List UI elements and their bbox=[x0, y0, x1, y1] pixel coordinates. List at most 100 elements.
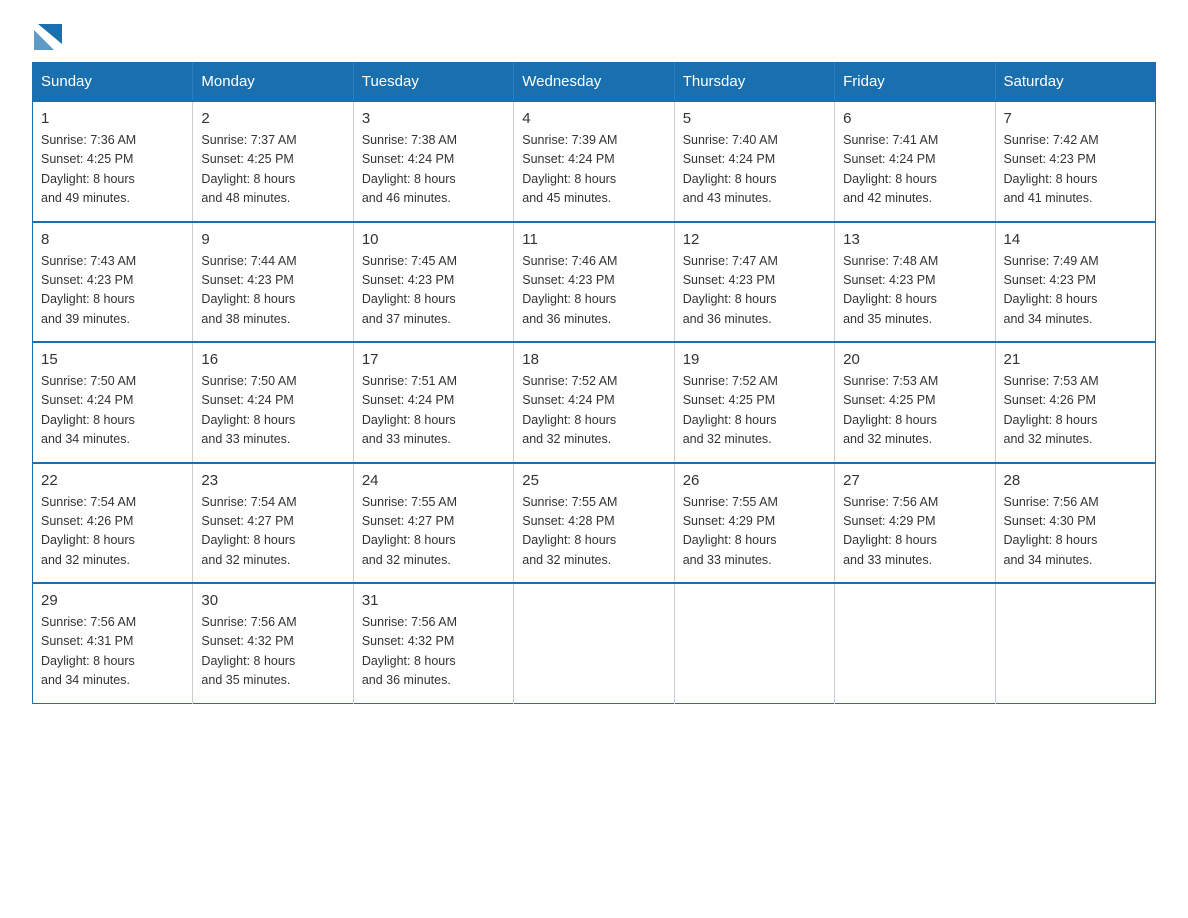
day-number: 10 bbox=[362, 231, 505, 248]
day-number: 1 bbox=[41, 110, 184, 127]
day-info: Sunrise: 7:55 AMSunset: 4:28 PMDaylight:… bbox=[522, 495, 617, 567]
day-number: 30 bbox=[201, 592, 344, 609]
calendar-cell: 9 Sunrise: 7:44 AMSunset: 4:23 PMDayligh… bbox=[193, 222, 353, 343]
day-number: 11 bbox=[522, 231, 665, 248]
day-number: 26 bbox=[683, 472, 826, 489]
calendar-cell: 22 Sunrise: 7:54 AMSunset: 4:26 PMDaylig… bbox=[33, 463, 193, 584]
calendar-cell: 30 Sunrise: 7:56 AMSunset: 4:32 PMDaylig… bbox=[193, 583, 353, 703]
day-info: Sunrise: 7:52 AMSunset: 4:25 PMDaylight:… bbox=[683, 374, 778, 446]
calendar-header-row: SundayMondayTuesdayWednesdayThursdayFrid… bbox=[33, 63, 1156, 102]
day-number: 22 bbox=[41, 472, 184, 489]
calendar-cell: 18 Sunrise: 7:52 AMSunset: 4:24 PMDaylig… bbox=[514, 342, 674, 463]
logo-triangle-icon bbox=[34, 24, 62, 50]
calendar-cell: 5 Sunrise: 7:40 AMSunset: 4:24 PMDayligh… bbox=[674, 101, 834, 222]
day-info: Sunrise: 7:38 AMSunset: 4:24 PMDaylight:… bbox=[362, 133, 457, 205]
calendar-week-row: 22 Sunrise: 7:54 AMSunset: 4:26 PMDaylig… bbox=[33, 463, 1156, 584]
day-info: Sunrise: 7:46 AMSunset: 4:23 PMDaylight:… bbox=[522, 254, 617, 326]
day-number: 12 bbox=[683, 231, 826, 248]
day-info: Sunrise: 7:55 AMSunset: 4:27 PMDaylight:… bbox=[362, 495, 457, 567]
calendar-cell bbox=[995, 583, 1155, 703]
day-number: 6 bbox=[843, 110, 986, 127]
day-info: Sunrise: 7:37 AMSunset: 4:25 PMDaylight:… bbox=[201, 133, 296, 205]
calendar-cell: 11 Sunrise: 7:46 AMSunset: 4:23 PMDaylig… bbox=[514, 222, 674, 343]
day-info: Sunrise: 7:44 AMSunset: 4:23 PMDaylight:… bbox=[201, 254, 296, 326]
day-info: Sunrise: 7:40 AMSunset: 4:24 PMDaylight:… bbox=[683, 133, 778, 205]
day-info: Sunrise: 7:50 AMSunset: 4:24 PMDaylight:… bbox=[41, 374, 136, 446]
calendar-week-row: 8 Sunrise: 7:43 AMSunset: 4:23 PMDayligh… bbox=[33, 222, 1156, 343]
day-number: 18 bbox=[522, 351, 665, 368]
day-info: Sunrise: 7:49 AMSunset: 4:23 PMDaylight:… bbox=[1004, 254, 1099, 326]
day-number: 31 bbox=[362, 592, 505, 609]
col-header-wednesday: Wednesday bbox=[514, 63, 674, 102]
day-number: 23 bbox=[201, 472, 344, 489]
calendar-cell: 8 Sunrise: 7:43 AMSunset: 4:23 PMDayligh… bbox=[33, 222, 193, 343]
day-info: Sunrise: 7:56 AMSunset: 4:32 PMDaylight:… bbox=[362, 615, 457, 687]
day-number: 5 bbox=[683, 110, 826, 127]
col-header-saturday: Saturday bbox=[995, 63, 1155, 102]
day-info: Sunrise: 7:52 AMSunset: 4:24 PMDaylight:… bbox=[522, 374, 617, 446]
calendar-cell: 28 Sunrise: 7:56 AMSunset: 4:30 PMDaylig… bbox=[995, 463, 1155, 584]
col-header-friday: Friday bbox=[835, 63, 995, 102]
day-info: Sunrise: 7:43 AMSunset: 4:23 PMDaylight:… bbox=[41, 254, 136, 326]
calendar-week-row: 29 Sunrise: 7:56 AMSunset: 4:31 PMDaylig… bbox=[33, 583, 1156, 703]
calendar-cell bbox=[514, 583, 674, 703]
day-number: 21 bbox=[1004, 351, 1147, 368]
calendar-cell: 24 Sunrise: 7:55 AMSunset: 4:27 PMDaylig… bbox=[353, 463, 513, 584]
calendar-cell: 13 Sunrise: 7:48 AMSunset: 4:23 PMDaylig… bbox=[835, 222, 995, 343]
calendar-cell: 4 Sunrise: 7:39 AMSunset: 4:24 PMDayligh… bbox=[514, 101, 674, 222]
calendar-cell: 16 Sunrise: 7:50 AMSunset: 4:24 PMDaylig… bbox=[193, 342, 353, 463]
calendar-cell bbox=[835, 583, 995, 703]
day-number: 24 bbox=[362, 472, 505, 489]
day-number: 9 bbox=[201, 231, 344, 248]
day-number: 16 bbox=[201, 351, 344, 368]
calendar-week-row: 15 Sunrise: 7:50 AMSunset: 4:24 PMDaylig… bbox=[33, 342, 1156, 463]
day-info: Sunrise: 7:47 AMSunset: 4:23 PMDaylight:… bbox=[683, 254, 778, 326]
calendar-cell: 12 Sunrise: 7:47 AMSunset: 4:23 PMDaylig… bbox=[674, 222, 834, 343]
calendar-cell: 17 Sunrise: 7:51 AMSunset: 4:24 PMDaylig… bbox=[353, 342, 513, 463]
day-number: 20 bbox=[843, 351, 986, 368]
day-info: Sunrise: 7:36 AMSunset: 4:25 PMDaylight:… bbox=[41, 133, 136, 205]
calendar-cell: 3 Sunrise: 7:38 AMSunset: 4:24 PMDayligh… bbox=[353, 101, 513, 222]
col-header-thursday: Thursday bbox=[674, 63, 834, 102]
calendar-cell: 26 Sunrise: 7:55 AMSunset: 4:29 PMDaylig… bbox=[674, 463, 834, 584]
calendar-table: SundayMondayTuesdayWednesdayThursdayFrid… bbox=[32, 62, 1156, 704]
calendar-cell: 15 Sunrise: 7:50 AMSunset: 4:24 PMDaylig… bbox=[33, 342, 193, 463]
page-header bbox=[32, 24, 1156, 46]
calendar-cell: 2 Sunrise: 7:37 AMSunset: 4:25 PMDayligh… bbox=[193, 101, 353, 222]
day-number: 19 bbox=[683, 351, 826, 368]
calendar-cell: 20 Sunrise: 7:53 AMSunset: 4:25 PMDaylig… bbox=[835, 342, 995, 463]
col-header-sunday: Sunday bbox=[33, 63, 193, 102]
logo bbox=[32, 24, 62, 46]
calendar-cell bbox=[674, 583, 834, 703]
calendar-cell: 1 Sunrise: 7:36 AMSunset: 4:25 PMDayligh… bbox=[33, 101, 193, 222]
calendar-cell: 6 Sunrise: 7:41 AMSunset: 4:24 PMDayligh… bbox=[835, 101, 995, 222]
day-number: 13 bbox=[843, 231, 986, 248]
day-info: Sunrise: 7:50 AMSunset: 4:24 PMDaylight:… bbox=[201, 374, 296, 446]
day-number: 8 bbox=[41, 231, 184, 248]
calendar-cell: 10 Sunrise: 7:45 AMSunset: 4:23 PMDaylig… bbox=[353, 222, 513, 343]
calendar-cell: 25 Sunrise: 7:55 AMSunset: 4:28 PMDaylig… bbox=[514, 463, 674, 584]
day-number: 15 bbox=[41, 351, 184, 368]
day-number: 3 bbox=[362, 110, 505, 127]
day-info: Sunrise: 7:45 AMSunset: 4:23 PMDaylight:… bbox=[362, 254, 457, 326]
day-info: Sunrise: 7:54 AMSunset: 4:27 PMDaylight:… bbox=[201, 495, 296, 567]
day-number: 7 bbox=[1004, 110, 1147, 127]
calendar-cell: 31 Sunrise: 7:56 AMSunset: 4:32 PMDaylig… bbox=[353, 583, 513, 703]
calendar-week-row: 1 Sunrise: 7:36 AMSunset: 4:25 PMDayligh… bbox=[33, 101, 1156, 222]
day-number: 25 bbox=[522, 472, 665, 489]
calendar-cell: 29 Sunrise: 7:56 AMSunset: 4:31 PMDaylig… bbox=[33, 583, 193, 703]
calendar-cell: 27 Sunrise: 7:56 AMSunset: 4:29 PMDaylig… bbox=[835, 463, 995, 584]
day-number: 28 bbox=[1004, 472, 1147, 489]
day-info: Sunrise: 7:39 AMSunset: 4:24 PMDaylight:… bbox=[522, 133, 617, 205]
day-number: 14 bbox=[1004, 231, 1147, 248]
day-number: 27 bbox=[843, 472, 986, 489]
calendar-cell: 7 Sunrise: 7:42 AMSunset: 4:23 PMDayligh… bbox=[995, 101, 1155, 222]
day-info: Sunrise: 7:53 AMSunset: 4:25 PMDaylight:… bbox=[843, 374, 938, 446]
day-info: Sunrise: 7:54 AMSunset: 4:26 PMDaylight:… bbox=[41, 495, 136, 567]
day-info: Sunrise: 7:53 AMSunset: 4:26 PMDaylight:… bbox=[1004, 374, 1099, 446]
day-info: Sunrise: 7:41 AMSunset: 4:24 PMDaylight:… bbox=[843, 133, 938, 205]
day-number: 2 bbox=[201, 110, 344, 127]
day-number: 29 bbox=[41, 592, 184, 609]
col-header-tuesday: Tuesday bbox=[353, 63, 513, 102]
calendar-cell: 23 Sunrise: 7:54 AMSunset: 4:27 PMDaylig… bbox=[193, 463, 353, 584]
